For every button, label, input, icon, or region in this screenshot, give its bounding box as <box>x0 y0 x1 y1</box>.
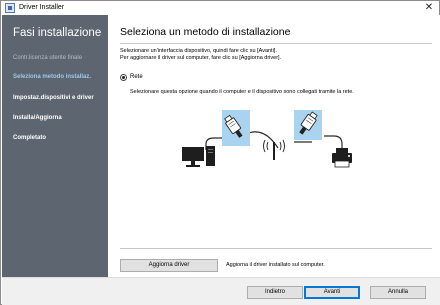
sidebar-heading: Fasi installazione <box>13 27 102 39</box>
sidebar-item-select-method: Seleziona metodo installaz. <box>13 74 92 80</box>
footer-bar: Indietro Avanti Annulla <box>2 277 440 305</box>
page-title: Seleziona un metodo di installazione <box>120 26 291 38</box>
instruction-line-1: Selezionare un'interfaccia dispositivo, … <box>120 48 277 54</box>
sidebar-item-install: Installa/Aggiorna <box>13 115 62 121</box>
sidebar-item-device-settings: Impostaz.dispositivi e driver <box>13 95 94 101</box>
back-button[interactable]: Indietro <box>247 286 303 299</box>
wireless-router-icon <box>263 139 285 160</box>
steps-sidebar: Fasi installazione Contr.licenza utente … <box>2 15 108 277</box>
lan-cable-icon-right <box>294 110 322 140</box>
sidebar-item-license: Contr.licenza utente finale <box>13 55 83 61</box>
update-driver-button[interactable]: Aggiorna driver <box>120 259 218 272</box>
computer-icon <box>182 146 215 167</box>
next-button[interactable]: Avanti <box>304 286 360 299</box>
sidebar-item-complete: Completato <box>13 135 46 141</box>
lan-cable-icon <box>222 110 250 146</box>
network-radio[interactable] <box>120 74 127 81</box>
network-radio-label[interactable]: Rete <box>130 74 143 81</box>
network-diagram <box>182 110 352 168</box>
instruction-line-2: Per aggiornare il driver sul computer, f… <box>120 55 282 61</box>
title-bar: Driver Installer ✕ <box>1 1 439 15</box>
close-icon[interactable]: ✕ <box>422 1 436 14</box>
cancel-button[interactable]: Annulla <box>370 286 426 299</box>
bottom-divider <box>120 248 432 249</box>
printer-icon <box>332 148 352 168</box>
window-title: Driver Installer <box>19 4 65 11</box>
title-divider <box>120 43 432 44</box>
update-driver-note: Aggiorna il driver installato sul comput… <box>226 262 325 268</box>
main-panel: Seleziona un metodo di installazione Sel… <box>108 15 440 277</box>
network-option-description: Selezionare questa opzione quando il com… <box>130 89 354 95</box>
installer-window: Driver Installer ✕ Fasi installazione Co… <box>0 0 440 305</box>
app-icon <box>5 3 15 13</box>
